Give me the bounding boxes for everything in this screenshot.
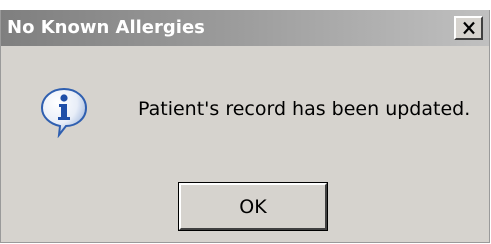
ok-button-label: OK xyxy=(239,195,267,218)
dialog-title: No Known Allergies xyxy=(7,17,205,38)
close-button[interactable] xyxy=(454,16,483,40)
close-icon xyxy=(462,21,475,35)
information-icon xyxy=(40,87,88,138)
dialog-message: Patient's record has been updated. xyxy=(138,98,471,120)
dialog-window: No Known Allergies Patient's record has … xyxy=(0,10,490,243)
ok-button[interactable]: OK xyxy=(178,182,328,231)
title-bar[interactable]: No Known Allergies xyxy=(1,10,489,46)
